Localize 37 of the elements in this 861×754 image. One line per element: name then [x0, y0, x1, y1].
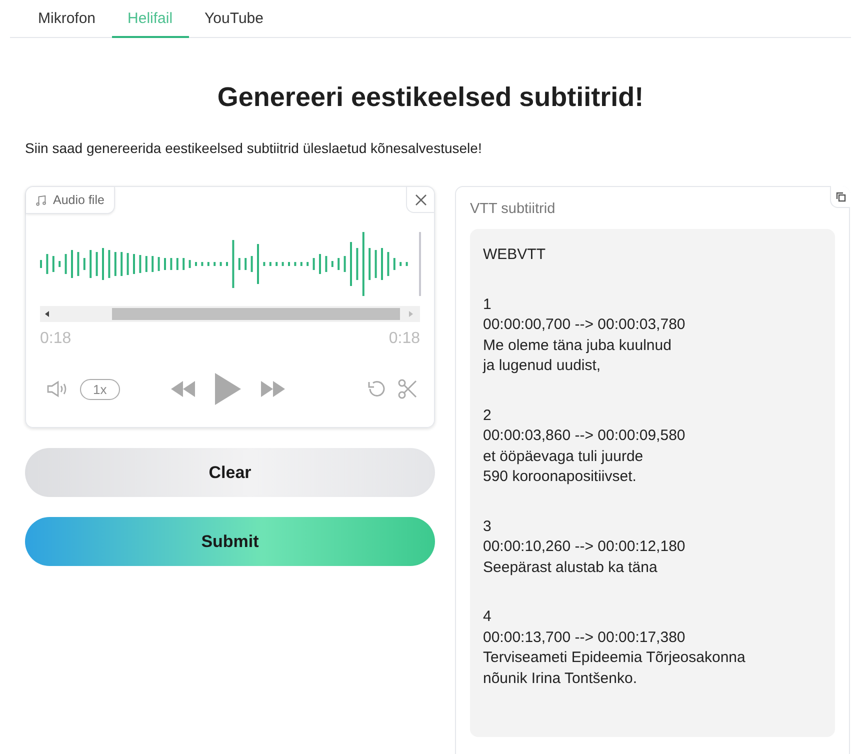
text-line: Me oleme täna juba kuulnud: [483, 336, 672, 356]
text-line: et ööpäevaga tuli juurde: [483, 446, 644, 466]
text-line: ja lugenud uudist,: [483, 356, 602, 376]
text-line: 3: [483, 516, 492, 536]
fast-forward-button[interactable]: [260, 381, 286, 397]
text-line: 00:00:13,700 --> 00:00:17,380: [483, 628, 686, 648]
text-line: 00:00:10,260 --> 00:00:12,180: [483, 537, 686, 557]
text-line: Terviseameti Epideemia Tõrjeosakonna: [483, 648, 746, 668]
tab[interactable]: YouTube: [188, 0, 280, 38]
text-line: 00:00:03,860 --> 00:00:09,580: [483, 426, 686, 446]
undo-button[interactable]: [366, 379, 386, 399]
text-line: 00:00:00,700 --> 00:00:03,780: [483, 315, 686, 335]
rewind-button[interactable]: [170, 381, 196, 397]
music-note-icon: [36, 194, 47, 206]
close-button[interactable]: [406, 187, 434, 213]
submit-button[interactable]: Submit: [25, 517, 435, 566]
text-line: 4: [483, 607, 492, 627]
page-title: Genereeri eestikeelsed subtiitrid!: [216, 81, 645, 114]
current-time: 0:18: [40, 330, 72, 348]
text-line: Seepärast alustab ka täna: [483, 558, 658, 578]
total-time: 0:18: [388, 330, 420, 348]
play-button[interactable]: [214, 373, 242, 405]
text-line: WEBVTT: [483, 245, 546, 265]
speed-button[interactable]: 1x: [80, 378, 120, 400]
text-line: 590 koroonapositiivset.: [483, 467, 638, 487]
description: Siin saad genereerida eestikeelsed subtiitrid üleslaetud kõnesalvestusele!: [25, 140, 483, 156]
text-line: nõunik Irina Tontšenko.: [483, 668, 638, 688]
clear-button[interactable]: Clear: [25, 448, 435, 497]
scrollbar[interactable]: [40, 306, 420, 322]
text-line: 2: [483, 406, 492, 426]
audio-label: Audio file: [26, 187, 116, 214]
copy-icon: [836, 192, 846, 202]
text-line: 1: [483, 294, 492, 314]
output-label: VTT subtiitrid: [470, 201, 556, 217]
tab[interactable]: Mikrofon: [22, 0, 112, 38]
close-icon: [414, 194, 426, 206]
scissors-button[interactable]: [398, 378, 418, 400]
